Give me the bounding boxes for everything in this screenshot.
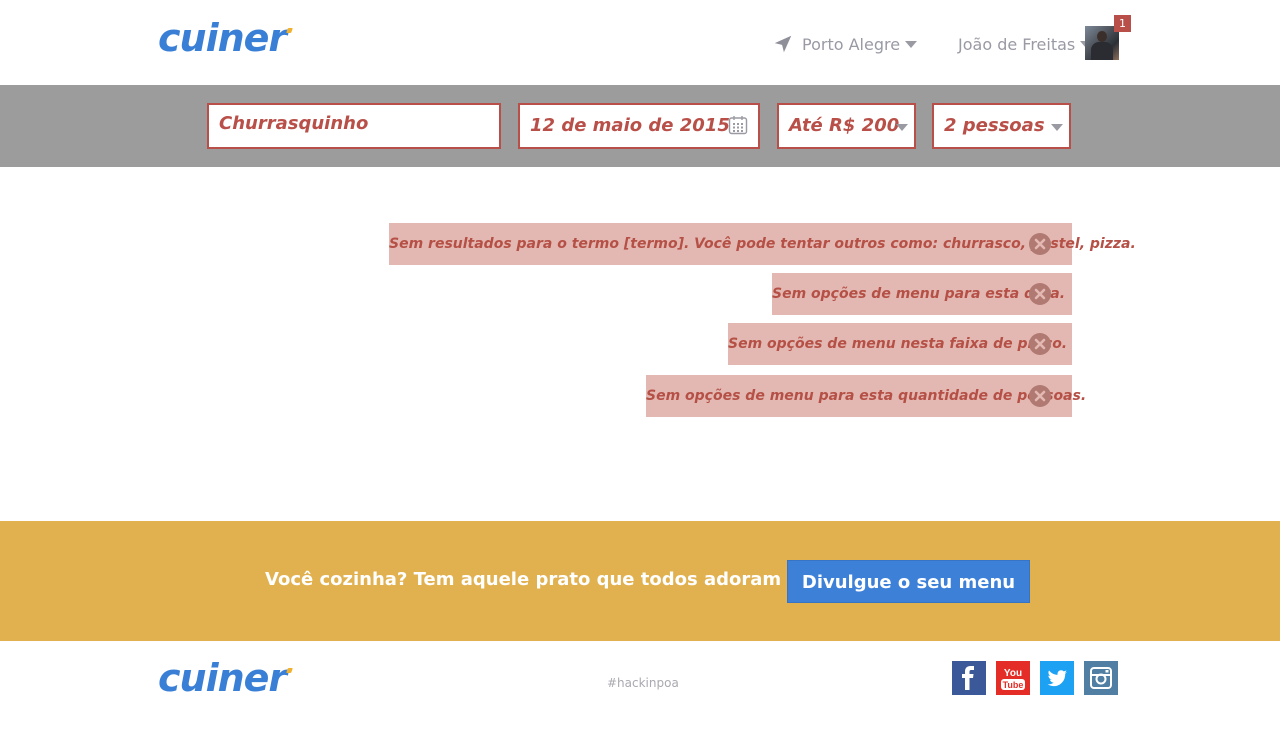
no-results-message: Sem resultados para o termo [termo]. Voc… (389, 223, 1136, 265)
logo-accent-dot (286, 668, 294, 673)
location-arrow-icon (774, 35, 792, 53)
date-value: 12 de maio de 2015 (530, 115, 730, 136)
user-name: João de Freitas (958, 34, 1076, 54)
chevron-down-icon (905, 40, 918, 48)
logo-text: cuiner (158, 16, 287, 60)
message-text: Sem opções de menu nesta faixa de preço. (728, 336, 1068, 352)
message-text: Sem resultados para o termo [termo]. Voc… (389, 236, 1136, 252)
close-icon[interactable] (1028, 332, 1052, 356)
no-date-message: Sem opções de menu para esta data. (772, 273, 1072, 315)
price-select[interactable]: Até R$ 200 (777, 103, 916, 149)
location-selector[interactable]: Porto Alegre (772, 31, 918, 57)
avatar-head (1097, 31, 1107, 42)
publish-menu-button[interactable]: Divulgue o seu menu (787, 560, 1030, 603)
no-people-message: Sem opções de menu para esta quantidade … (646, 375, 1086, 417)
facebook-icon[interactable] (952, 661, 986, 695)
cta-band: Você cozinha? Tem aquele prato que todos… (0, 521, 1280, 641)
logo[interactable]: cuiner (158, 16, 294, 60)
footer-logo[interactable]: cuiner (158, 656, 294, 700)
date-picker[interactable]: 12 de maio de 2015 (518, 103, 760, 149)
notification-badge[interactable]: 1 (1114, 15, 1131, 32)
message-text: Sem opções de menu para esta quantidade … (646, 388, 1087, 404)
close-icon[interactable] (1028, 232, 1052, 256)
hashtag: #hackinpoa (607, 676, 679, 690)
user-menu[interactable]: João de Freitas (958, 31, 1093, 57)
price-value: Até R$ 200 (789, 115, 900, 136)
calendar-icon[interactable] (728, 115, 748, 135)
instagram-icon[interactable] (1084, 661, 1118, 695)
search-bar: Churrasquinho 12 de maio de 2015 Até R$ … (0, 85, 1280, 167)
close-icon[interactable] (1028, 384, 1052, 408)
chevron-down-icon (896, 124, 908, 131)
search-term-input[interactable]: Churrasquinho (207, 103, 501, 149)
message-text: Sem opções de menu para esta data. (772, 286, 1066, 302)
people-value: 2 pessoas (944, 115, 1045, 136)
logo-accent-dot (286, 28, 294, 33)
cta-text: Você cozinha? Tem aquele prato que todos… (265, 569, 861, 590)
location-label: Porto Alegre (802, 34, 901, 54)
logo-text: cuiner (158, 656, 287, 700)
people-select[interactable]: 2 pessoas (932, 103, 1071, 149)
svg-text:You: You (1004, 668, 1022, 679)
close-icon[interactable] (1028, 282, 1052, 306)
youtube-icon[interactable]: You Tube (996, 661, 1030, 695)
svg-text:Tube: Tube (1003, 680, 1024, 690)
twitter-icon[interactable] (1040, 661, 1074, 695)
avatar-body (1091, 42, 1113, 60)
chevron-down-icon (1051, 124, 1063, 131)
no-price-message: Sem opções de menu nesta faixa de preço. (728, 323, 1072, 365)
header: cuiner Porto Alegre João de Freitas 1 (0, 0, 1280, 85)
